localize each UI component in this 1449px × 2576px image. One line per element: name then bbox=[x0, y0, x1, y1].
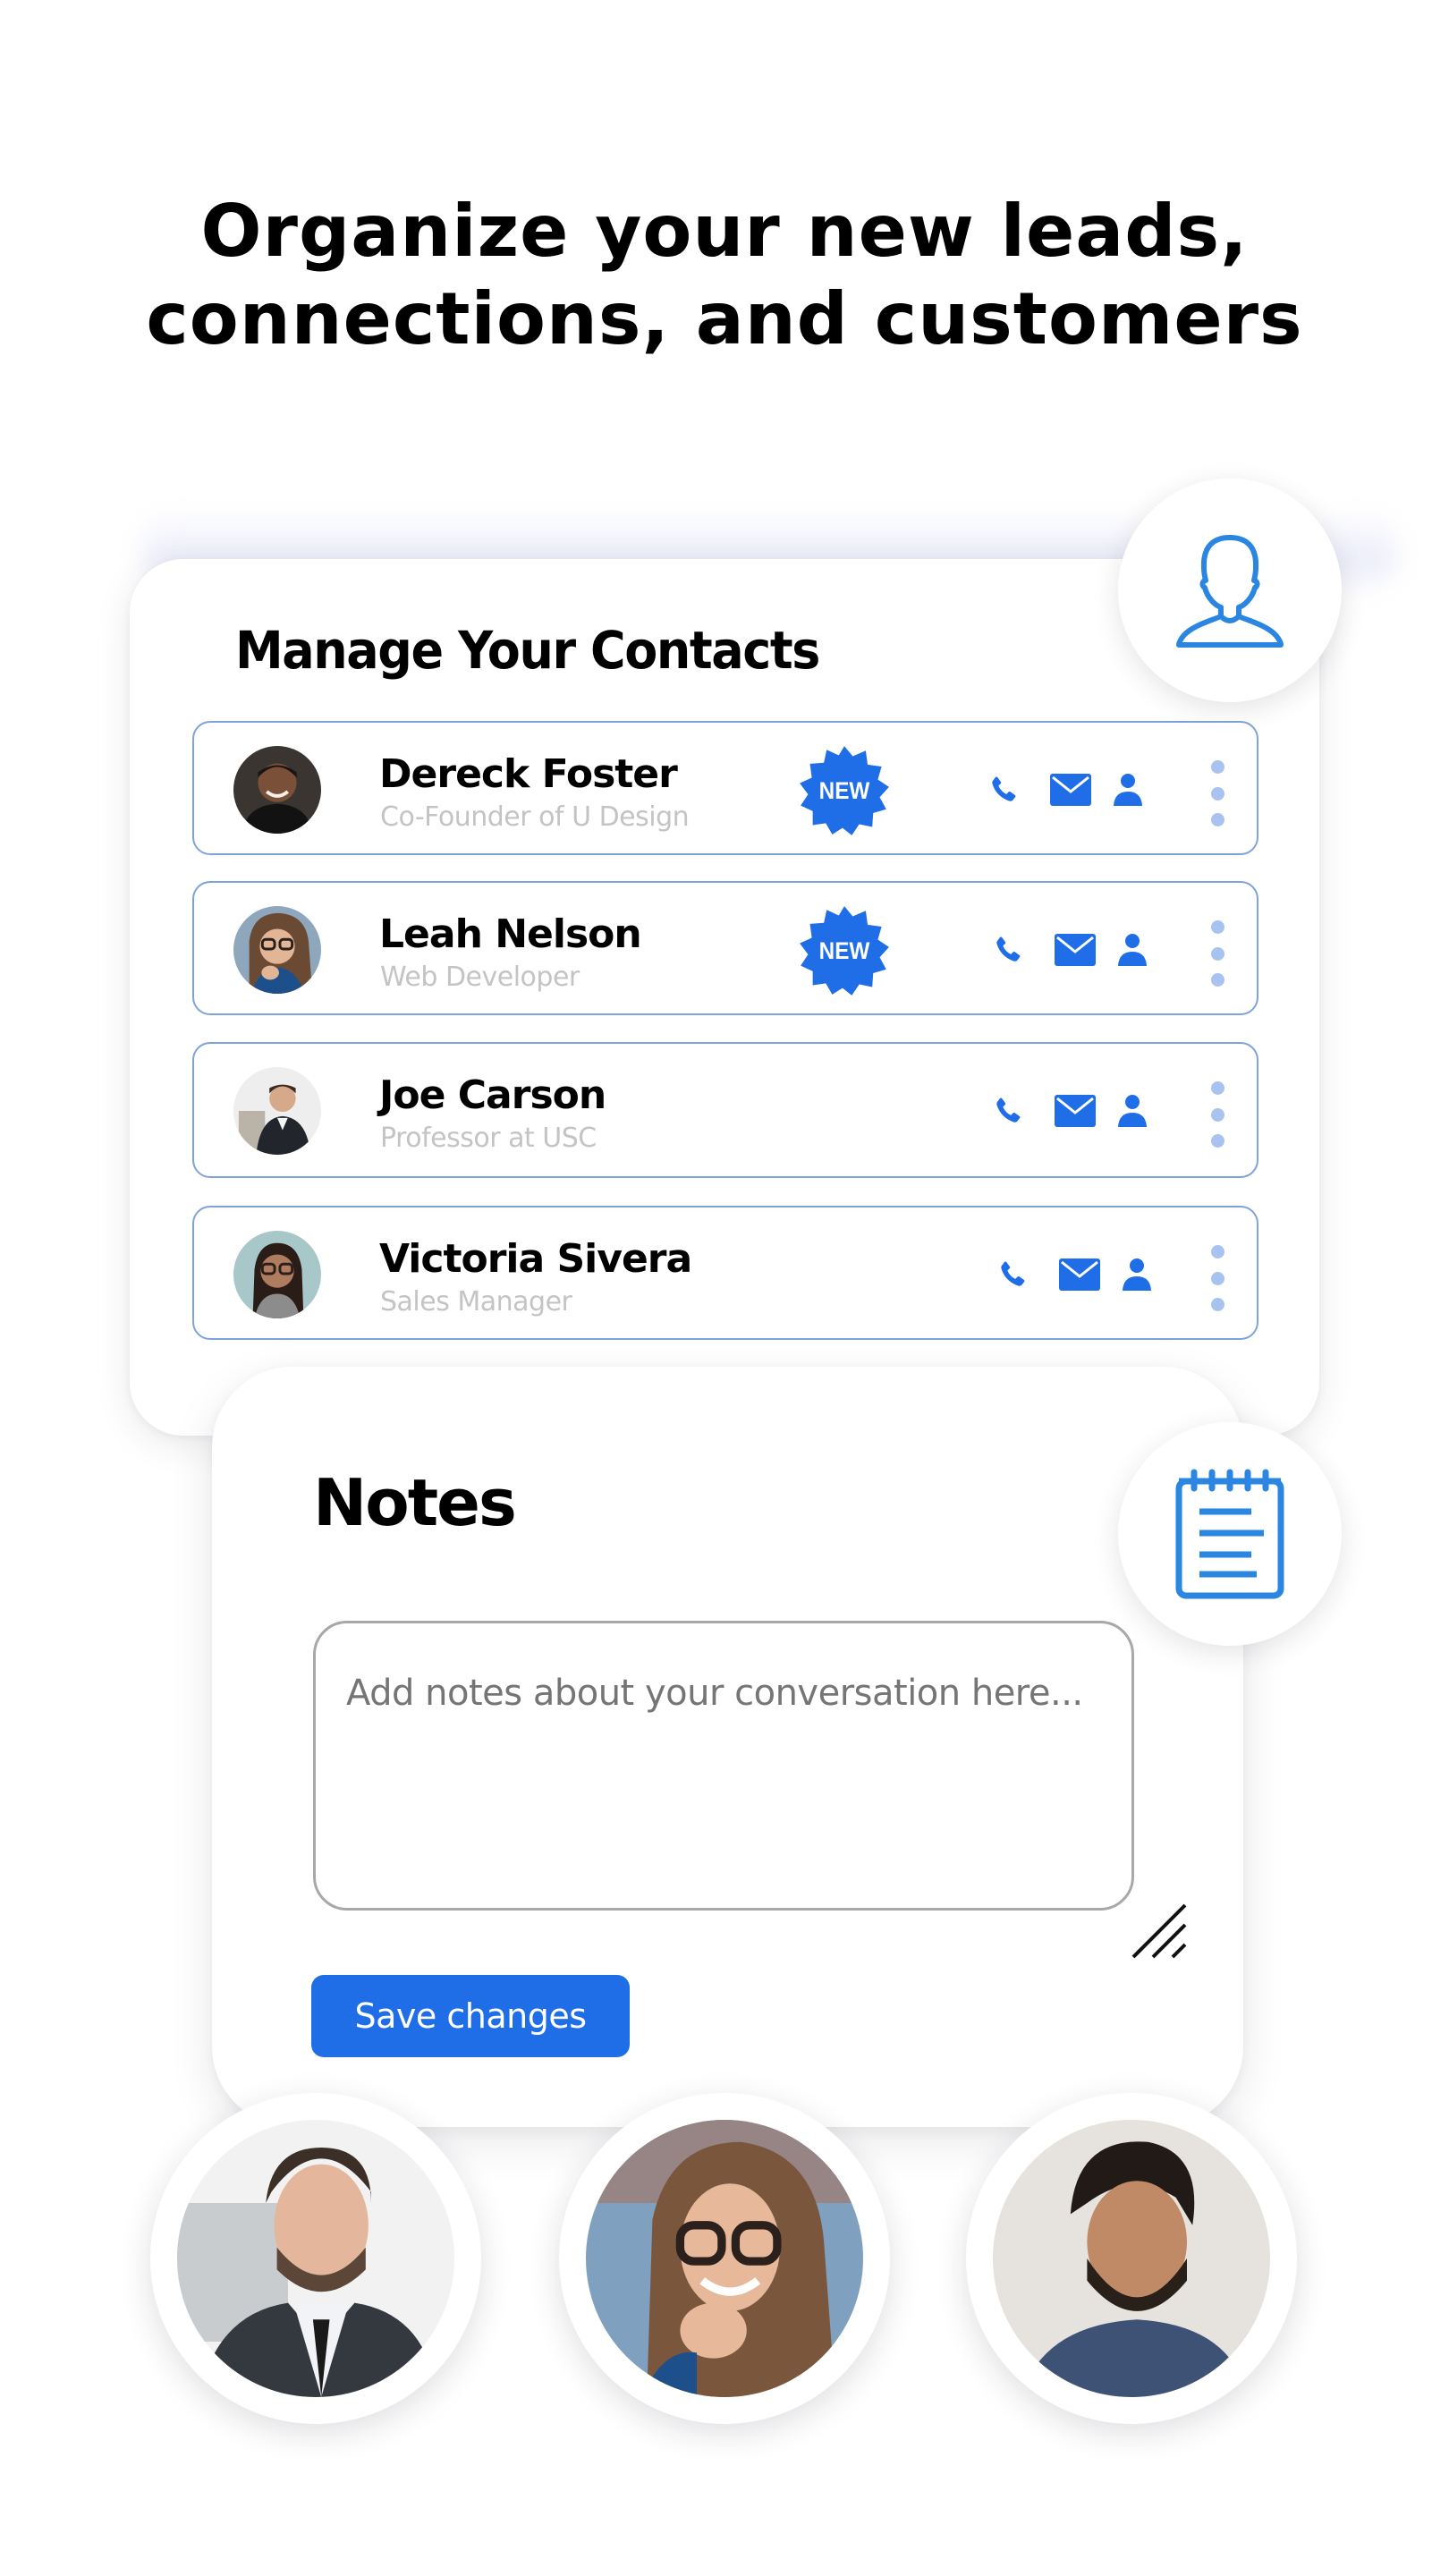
phone-icon[interactable] bbox=[990, 932, 1026, 968]
new-badge: NEW bbox=[798, 744, 891, 837]
contact-name[interactable]: Victoria Sivera bbox=[379, 1236, 692, 1282]
mail-icon[interactable] bbox=[1055, 1095, 1096, 1127]
contact-row[interactable]: Dereck Foster Co-Founder of U Design NEW bbox=[192, 721, 1258, 855]
contact-actions bbox=[990, 929, 1148, 970]
contact-actions bbox=[995, 1254, 1152, 1295]
contact-actions bbox=[986, 769, 1143, 810]
notes-card: Notes Save changes bbox=[212, 1367, 1243, 2127]
user-icon[interactable] bbox=[1117, 933, 1148, 967]
man-in-suit-avatar bbox=[177, 2120, 454, 2397]
mail-icon[interactable] bbox=[1050, 774, 1091, 806]
headline: Organize your new leads, connections, an… bbox=[0, 188, 1449, 363]
contact-avatar bbox=[233, 906, 321, 994]
contact-row[interactable]: Victoria Sivera Sales Manager bbox=[192, 1206, 1258, 1340]
phone-icon[interactable] bbox=[986, 772, 1021, 808]
notepad-icon bbox=[1175, 1469, 1284, 1599]
phone-icon[interactable] bbox=[995, 1257, 1030, 1292]
contact-actions bbox=[990, 1090, 1148, 1131]
new-badge: NEW bbox=[798, 904, 891, 997]
featured-avatar bbox=[150, 2093, 481, 2424]
contacts-title: Manage Your Contacts bbox=[235, 620, 820, 681]
phone-icon[interactable] bbox=[990, 1093, 1026, 1129]
user-icon[interactable] bbox=[1113, 773, 1143, 807]
more-vertical-icon[interactable] bbox=[1210, 920, 1224, 987]
contact-subtitle: Web Developer bbox=[380, 962, 580, 993]
bearded-man-avatar bbox=[993, 2120, 1270, 2397]
mail-icon[interactable] bbox=[1055, 934, 1096, 966]
contacts-icon-bubble bbox=[1118, 479, 1342, 702]
notes-textarea[interactable] bbox=[313, 1621, 1134, 1911]
notes-icon-bubble bbox=[1118, 1422, 1342, 1646]
resize-handle-icon[interactable] bbox=[1130, 1903, 1189, 1959]
contact-subtitle: Co-Founder of U Design bbox=[380, 801, 690, 833]
save-changes-button[interactable]: Save changes bbox=[311, 1975, 630, 2057]
woman-with-glasses-avatar bbox=[586, 2120, 863, 2397]
featured-avatar bbox=[966, 2093, 1297, 2424]
headline-line-1: Organize your new leads, bbox=[200, 190, 1249, 273]
contact-avatar bbox=[233, 1231, 321, 1318]
mail-icon[interactable] bbox=[1059, 1258, 1100, 1291]
more-vertical-icon[interactable] bbox=[1210, 760, 1224, 826]
more-vertical-icon[interactable] bbox=[1210, 1245, 1224, 1311]
user-icon[interactable] bbox=[1122, 1258, 1152, 1292]
headline-line-2: connections, and customers bbox=[146, 277, 1303, 360]
contact-subtitle: Sales Manager bbox=[380, 1286, 572, 1318]
featured-avatar bbox=[559, 2093, 890, 2424]
contact-name[interactable]: Joe Carson bbox=[379, 1072, 606, 1118]
user-outline-icon bbox=[1176, 535, 1284, 648]
user-icon[interactable] bbox=[1117, 1094, 1148, 1128]
contact-avatar bbox=[233, 1067, 321, 1155]
contact-row[interactable]: Leah Nelson Web Developer NEW bbox=[192, 881, 1258, 1015]
contact-row[interactable]: Joe Carson Professor at USC bbox=[192, 1042, 1258, 1178]
new-badge-label: NEW bbox=[818, 936, 870, 964]
contact-name[interactable]: Dereck Foster bbox=[379, 751, 678, 797]
contacts-card: Manage Your Contacts Dereck Foster Co-Fo… bbox=[130, 559, 1319, 1436]
contact-name[interactable]: Leah Nelson bbox=[379, 911, 642, 957]
contact-avatar bbox=[233, 746, 321, 834]
notes-title: Notes bbox=[313, 1465, 517, 1540]
contact-subtitle: Professor at USC bbox=[380, 1123, 597, 1154]
more-vertical-icon[interactable] bbox=[1210, 1081, 1224, 1148]
new-badge-label: NEW bbox=[818, 776, 870, 804]
